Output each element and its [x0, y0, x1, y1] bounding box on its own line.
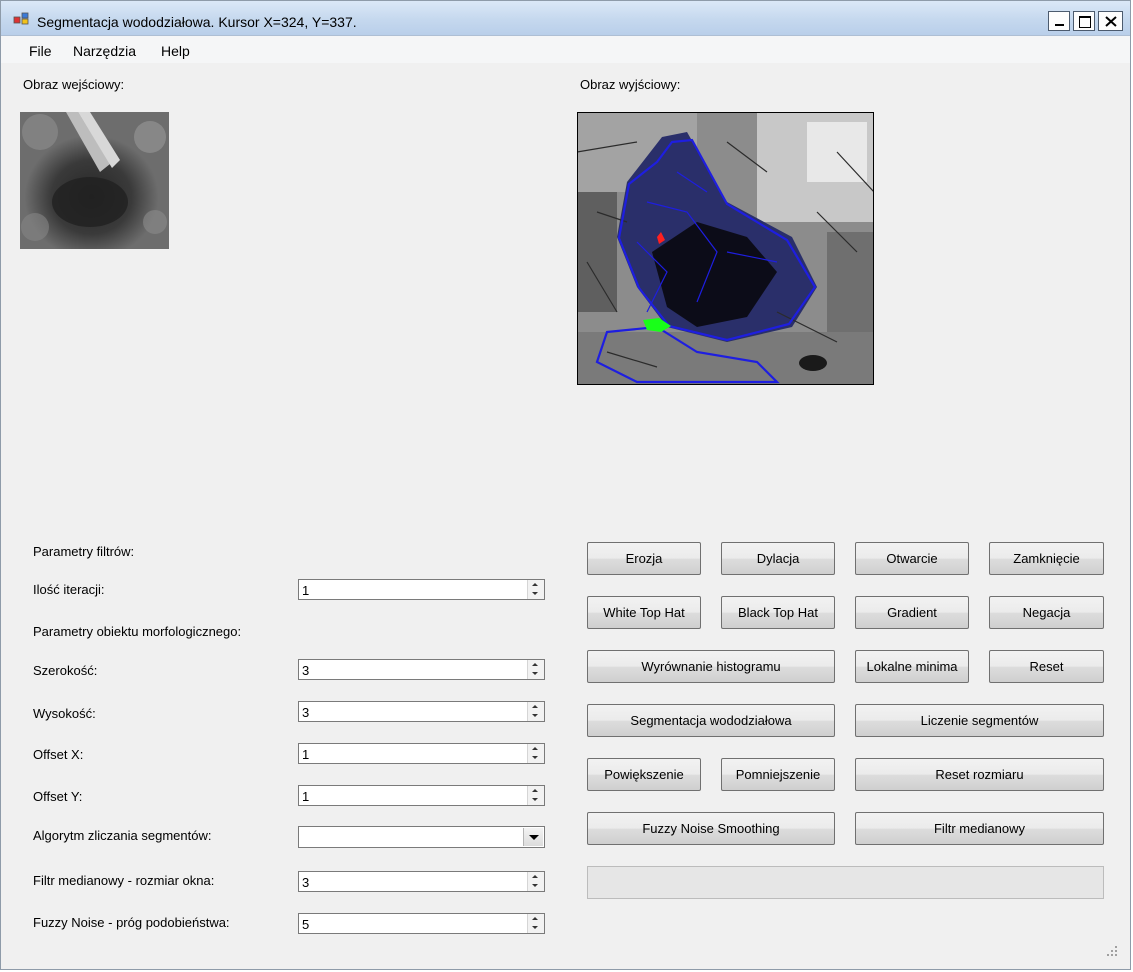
- menu-file[interactable]: File: [29, 43, 52, 59]
- window-title: Segmentacja wododziałowa. Kursor X=324, …: [37, 14, 357, 30]
- menu-tools[interactable]: Narzędzia: [73, 43, 136, 59]
- iterations-value: 1: [302, 583, 310, 598]
- main-window: Segmentacja wododziałowa. Kursor X=324, …: [0, 0, 1131, 970]
- black-top-hat-button[interactable]: Black Top Hat: [721, 596, 835, 629]
- height-value: 3: [302, 705, 310, 720]
- opening-button[interactable]: Otwarcie: [855, 542, 969, 575]
- median-window-label: Filtr medianowy - rozmiar okna:: [33, 873, 215, 888]
- white-top-hat-button[interactable]: White Top Hat: [587, 596, 701, 629]
- offset-x-stepper[interactable]: 1: [298, 743, 545, 764]
- zoom-in-button[interactable]: Powiększenie: [587, 758, 701, 791]
- dilation-button[interactable]: Dylacja: [721, 542, 835, 575]
- title-bar[interactable]: Segmentacja wododziałowa. Kursor X=324, …: [1, 1, 1130, 36]
- width-value: 3: [302, 663, 310, 678]
- median-window-value: 3: [302, 875, 310, 890]
- negation-button[interactable]: Negacja: [989, 596, 1104, 629]
- fuzzy-threshold-stepper[interactable]: 5: [298, 913, 545, 934]
- minimize-icon: [1055, 24, 1064, 26]
- output-image-label: Obraz wyjściowy:: [580, 77, 681, 92]
- progress-bar: [587, 866, 1104, 899]
- fuzzy-noise-smoothing-button[interactable]: Fuzzy Noise Smoothing: [587, 812, 835, 845]
- spin-arrows-icon[interactable]: [527, 914, 544, 933]
- zoom-out-button[interactable]: Pomniejszenie: [721, 758, 835, 791]
- close-button[interactable]: [1098, 11, 1123, 31]
- fuzzy-threshold-label: Fuzzy Noise - próg podobieństwa:: [33, 915, 230, 930]
- spin-arrows-icon[interactable]: [527, 580, 544, 599]
- closing-button[interactable]: Zamknięcie: [989, 542, 1104, 575]
- morph-heading: Parametry obiektu morfologicznego:: [33, 624, 242, 639]
- maximize-icon: [1079, 16, 1091, 28]
- menu-bar: File Narzędzia Help: [1, 36, 1130, 63]
- height-label: Wysokość:: [33, 706, 96, 721]
- reset-size-button[interactable]: Reset rozmiaru: [855, 758, 1104, 791]
- erosion-button[interactable]: Erozja: [587, 542, 701, 575]
- count-segments-button[interactable]: Liczenie segmentów: [855, 704, 1104, 737]
- maximize-button[interactable]: [1073, 11, 1095, 31]
- gradient-button[interactable]: Gradient: [855, 596, 969, 629]
- iterations-label: Ilość iteracji:: [33, 582, 105, 597]
- height-stepper[interactable]: 3: [298, 701, 545, 722]
- menu-help[interactable]: Help: [161, 43, 190, 59]
- width-stepper[interactable]: 3: [298, 659, 545, 680]
- input-image: [20, 112, 169, 249]
- segment-algorithm-select[interactable]: [298, 826, 545, 848]
- spin-arrows-icon[interactable]: [527, 702, 544, 721]
- spin-arrows-icon[interactable]: [527, 744, 544, 763]
- offset-x-label: Offset X:: [33, 747, 84, 762]
- histogram-equalization-button[interactable]: Wyrównanie histogramu: [587, 650, 835, 683]
- median-window-stepper[interactable]: 3: [298, 871, 545, 892]
- local-minima-button[interactable]: Lokalne minima: [855, 650, 969, 683]
- iterations-stepper[interactable]: 1: [298, 579, 545, 600]
- spin-arrows-icon[interactable]: [527, 660, 544, 679]
- output-image: [577, 112, 874, 385]
- close-icon: [1105, 16, 1117, 27]
- segment-algorithm-label: Algorytm zliczania segmentów:: [33, 828, 212, 843]
- filters-heading: Parametry filtrów:: [33, 544, 135, 559]
- fuzzy-threshold-value: 5: [302, 917, 310, 932]
- spin-arrows-icon[interactable]: [527, 786, 544, 805]
- input-image-label: Obraz wejściowy:: [23, 77, 125, 92]
- chevron-down-icon[interactable]: [523, 828, 543, 846]
- resize-grip-icon[interactable]: [1106, 945, 1118, 957]
- minimize-button[interactable]: [1048, 11, 1070, 31]
- reset-button[interactable]: Reset: [989, 650, 1104, 683]
- median-filter-button[interactable]: Filtr medianowy: [855, 812, 1104, 845]
- offset-x-value: 1: [302, 747, 310, 762]
- spin-arrows-icon[interactable]: [527, 872, 544, 891]
- width-label: Szerokość:: [33, 663, 98, 678]
- app-icon: [13, 12, 29, 25]
- offset-y-label: Offset Y:: [33, 789, 83, 804]
- watershed-segmentation-button[interactable]: Segmentacja wododziałowa: [587, 704, 835, 737]
- offset-y-stepper[interactable]: 1: [298, 785, 545, 806]
- offset-y-value: 1: [302, 789, 310, 804]
